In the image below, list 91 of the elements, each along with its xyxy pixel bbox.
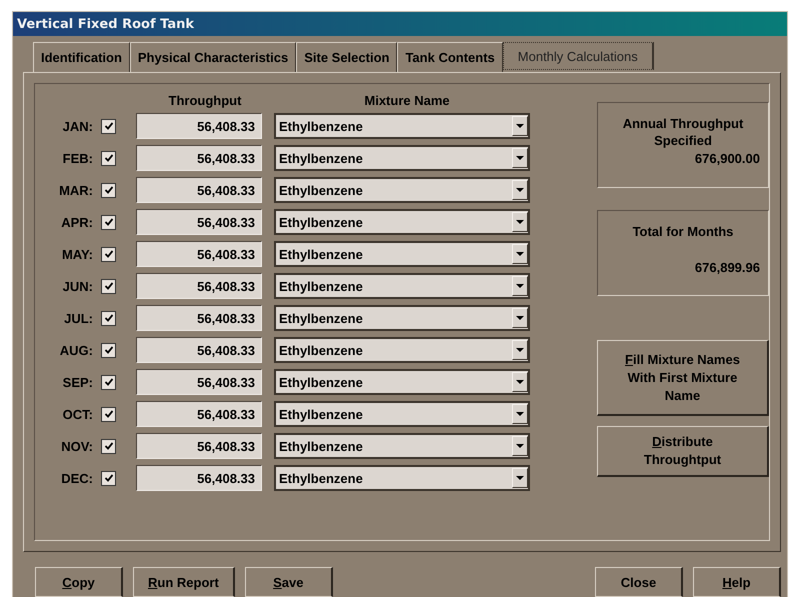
check-icon <box>104 185 114 195</box>
caret-icon[interactable] <box>516 124 524 128</box>
check-icon <box>104 249 114 259</box>
caret-icon[interactable] <box>516 188 524 192</box>
check-icon <box>104 281 114 291</box>
throughput-field[interactable]: 56,408.33 <box>136 433 262 459</box>
tab[interactable]: Tank Contents <box>397 42 503 72</box>
mixture-dropdown[interactable]: Ethylbenzene <box>274 465 530 491</box>
tab[interactable]: Physical Characteristics <box>130 42 296 72</box>
mixture-dropdown[interactable]: Ethylbenzene <box>274 113 530 139</box>
info-title: Total for Months <box>632 223 734 240</box>
throughput-field[interactable]: 56,408.33 <box>136 305 262 331</box>
column-header: Throughput <box>168 92 242 108</box>
tab[interactable]: Site Selection <box>296 42 398 72</box>
checkbox[interactable] <box>101 310 116 326</box>
mixture-dropdown[interactable]: Ethylbenzene <box>274 401 530 427</box>
month-label: AUG: <box>58 342 93 358</box>
mixture-dropdown[interactable]: Ethylbenzene <box>274 369 530 395</box>
month-label: FEB: <box>62 150 93 166</box>
check-icon <box>104 441 114 451</box>
mixture-dropdown[interactable]: Ethylbenzene <box>274 241 530 267</box>
month-label: JUL: <box>63 310 93 326</box>
checkbox[interactable] <box>101 246 116 262</box>
mixture-dropdown[interactable]: Ethylbenzene <box>274 177 530 203</box>
caret-icon[interactable] <box>516 284 524 288</box>
mixture-dropdown[interactable]: Ethylbenzene <box>274 433 530 459</box>
checkbox[interactable] <box>101 118 116 134</box>
month-label: OCT: <box>62 406 93 422</box>
check-icon <box>104 313 114 323</box>
throughput-field[interactable]: 56,408.33 <box>136 369 262 395</box>
caret-icon[interactable] <box>516 156 524 160</box>
throughput-field[interactable]: 56,408.33 <box>136 401 262 427</box>
footer-button[interactable]: Run Report <box>133 567 235 597</box>
throughput-field[interactable]: 56,408.33 <box>136 241 262 267</box>
info-value: 676,900.00 <box>694 151 760 166</box>
month-label: MAY: <box>60 246 93 262</box>
mixture-dropdown[interactable]: Ethylbenzene <box>274 273 530 299</box>
tab[interactable]: Monthly Calculations <box>502 42 654 70</box>
throughput-field[interactable]: 56,408.33 <box>136 465 262 491</box>
check-icon <box>104 473 114 483</box>
footer-button[interactable]: Save <box>244 567 333 597</box>
window-title: Vertical Fixed Roof Tank <box>17 16 194 32</box>
check-icon <box>104 345 114 355</box>
checkbox[interactable] <box>101 406 116 422</box>
checkbox[interactable] <box>101 438 116 454</box>
checkbox[interactable] <box>101 374 116 390</box>
throughput-field[interactable]: 56,408.33 <box>136 273 262 299</box>
month-label: JAN: <box>62 118 93 134</box>
month-label: NOV: <box>60 438 93 454</box>
column-header: Mixture Name <box>363 92 451 108</box>
month-label: JUN: <box>62 278 93 294</box>
checkbox[interactable] <box>101 182 116 198</box>
caret-icon[interactable] <box>516 380 524 384</box>
throughput-field[interactable]: 56,408.33 <box>136 145 262 171</box>
checkbox[interactable] <box>101 278 116 294</box>
mixture-dropdown[interactable]: Ethylbenzene <box>274 337 530 363</box>
check-icon <box>104 377 114 387</box>
footer-button[interactable]: Copy <box>35 567 123 597</box>
month-label: DEC: <box>60 470 93 486</box>
caret-icon[interactable] <box>516 220 524 224</box>
action-button[interactable]: Distribute Throughtput <box>597 426 769 477</box>
month-label: SEP: <box>62 374 93 390</box>
info-title: Annual Throughput Specified <box>622 115 744 149</box>
mixture-dropdown[interactable]: Ethylbenzene <box>274 209 530 235</box>
throughput-field[interactable]: 56,408.33 <box>136 209 262 235</box>
checkbox[interactable] <box>101 150 116 166</box>
caret-icon[interactable] <box>516 476 524 480</box>
check-icon <box>104 217 114 227</box>
caret-icon[interactable] <box>516 412 524 416</box>
throughput-field[interactable]: 56,408.33 <box>136 113 262 139</box>
check-icon <box>104 409 114 419</box>
caret-icon[interactable] <box>516 252 524 256</box>
caret-icon[interactable] <box>516 348 524 352</box>
action-button[interactable]: Fill Mixture Names With First Mixture Name <box>597 340 769 416</box>
check-icon <box>104 153 114 163</box>
tab[interactable]: Identification <box>33 42 130 72</box>
checkbox[interactable] <box>101 342 116 358</box>
footer-button[interactable]: Close <box>595 567 683 597</box>
throughput-field[interactable]: 56,408.33 <box>136 337 262 363</box>
checkbox[interactable] <box>101 470 116 486</box>
throughput-field[interactable]: 56,408.33 <box>136 177 262 203</box>
caret-icon[interactable] <box>516 444 524 448</box>
footer-button[interactable]: Help <box>693 567 781 597</box>
checkbox[interactable] <box>101 214 116 230</box>
caret-icon[interactable] <box>516 316 524 320</box>
month-label: MAR: <box>58 182 93 198</box>
month-label: APR: <box>60 214 93 230</box>
mixture-dropdown[interactable]: Ethylbenzene <box>274 305 530 331</box>
check-icon <box>104 121 114 131</box>
info-value: 676,899.96 <box>694 260 760 275</box>
mixture-dropdown[interactable]: Ethylbenzene <box>274 145 530 171</box>
